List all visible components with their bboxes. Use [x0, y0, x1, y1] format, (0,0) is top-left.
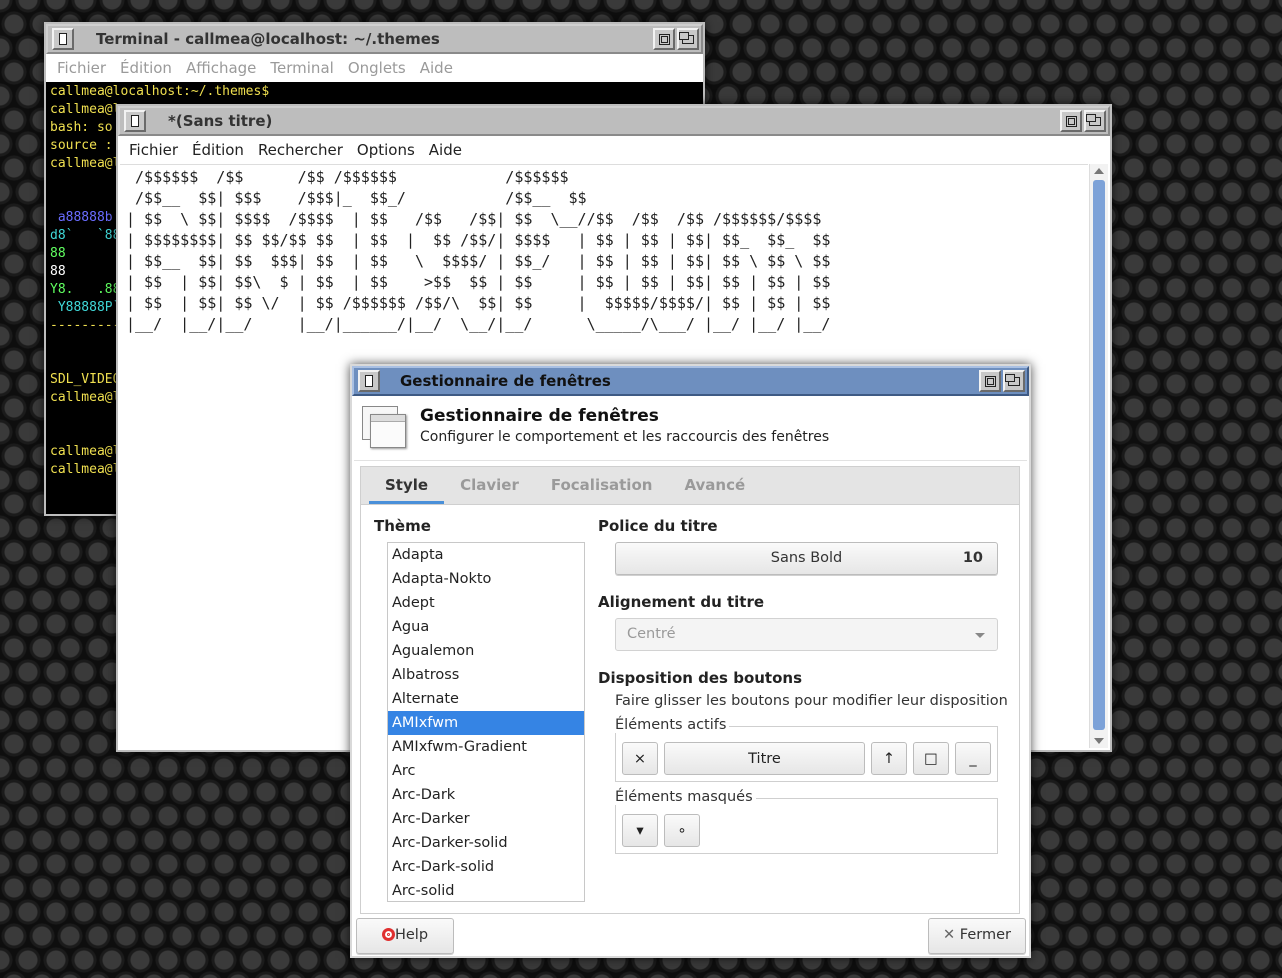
- window-manager-dialog[interactable]: Gestionnaire de fenêtres Gestionnaire de…: [350, 364, 1031, 958]
- theme-list-item[interactable]: Alternate: [388, 687, 584, 711]
- active-buttons-label: Éléments actifs: [615, 717, 730, 733]
- maximize-button[interactable]: [653, 28, 675, 50]
- button-layout-label: Disposition des boutons: [598, 669, 803, 687]
- help-label: Help: [394, 927, 429, 943]
- theme-label: Thème: [374, 517, 431, 535]
- theme-list-item[interactable]: Arc-Darker-solid: [388, 831, 584, 855]
- close-label: Fermer: [959, 927, 1011, 943]
- tab-focalisation[interactable]: Focalisation: [535, 467, 669, 504]
- maximize-icon: [984, 375, 996, 387]
- title-slot[interactable]: Titre: [664, 742, 865, 775]
- wm-titlebar[interactable]: Gestionnaire de fenêtres: [352, 366, 1029, 396]
- help-button[interactable]: Help: [356, 918, 454, 954]
- menu-edition[interactable]: Édition: [113, 59, 179, 77]
- title-alignment-select[interactable]: Centré: [615, 618, 998, 651]
- tab-bar: Style Clavier Focalisation Avancé: [361, 467, 1019, 505]
- stick-button-slot[interactable]: ∘: [664, 814, 700, 847]
- editor-titlebar[interactable]: *(Sans titre): [118, 106, 1110, 136]
- menu-affichage[interactable]: Affichage: [179, 59, 263, 77]
- close-icon: ✕: [943, 927, 960, 943]
- maximize-icon: [1065, 115, 1077, 127]
- window-menu-button[interactable]: [124, 110, 146, 132]
- font-size: 10: [962, 550, 983, 566]
- shade-button[interactable]: [1003, 370, 1025, 392]
- theme-list-item[interactable]: Albatross: [388, 663, 584, 687]
- help-icon: [381, 928, 395, 941]
- shade-button[interactable]: [677, 28, 699, 50]
- terminal-line: callmea@localhost:~/.themes$: [50, 84, 270, 99]
- window-menu-icon: [365, 375, 373, 387]
- menu-terminal[interactable]: Terminal: [263, 59, 340, 77]
- theme-list-item[interactable]: Adapta-Nokto: [388, 567, 584, 591]
- dialog-subtitle: Configurer le comportement et les raccou…: [420, 429, 830, 445]
- title-font-button[interactable]: Sans Bold 10: [615, 542, 998, 575]
- menu-aide[interactable]: Aide: [413, 59, 460, 77]
- tab-clavier[interactable]: Clavier: [444, 467, 535, 504]
- menu-edition[interactable]: Édition: [185, 141, 251, 159]
- theme-list-item[interactable]: Arc-solid: [388, 879, 584, 901]
- close-dialog-button[interactable]: ✕ Fermer: [928, 918, 1026, 954]
- editor-scrollbar[interactable]: [1089, 164, 1108, 748]
- menu-fichier[interactable]: Fichier: [50, 59, 113, 77]
- window-menu-icon: [59, 33, 67, 45]
- maximize-button[interactable]: [1060, 110, 1082, 132]
- shade-button[interactable]: [1084, 110, 1106, 132]
- scroll-up-icon[interactable]: [1094, 168, 1104, 174]
- shade-icon: [679, 31, 694, 44]
- tab-style[interactable]: Style: [369, 467, 445, 504]
- font-label: Police du titre: [598, 517, 718, 535]
- scrollbar-thumb[interactable]: [1093, 180, 1105, 730]
- dialog-title: Gestionnaire de fenêtres: [420, 406, 659, 426]
- wm-window-title: Gestionnaire de fenêtres: [400, 372, 611, 390]
- maximize-icon: [658, 33, 670, 45]
- editor-menubar: Fichier Édition Rechercher Options Aide: [118, 136, 1110, 164]
- terminal-titlebar[interactable]: Terminal - callmea@localhost: ~/.themes: [46, 24, 703, 54]
- theme-list-item[interactable]: Adapta: [388, 543, 584, 567]
- settings-notebook: Style Clavier Focalisation Avancé Thème …: [360, 466, 1020, 914]
- button-layout-hint: Faire glisser les boutons pour modifier …: [615, 693, 1008, 709]
- theme-list-item[interactable]: AMIxfwm-Gradient: [388, 735, 584, 759]
- theme-list-item[interactable]: Arc-Dark-solid: [388, 855, 584, 879]
- maximize-button-slot[interactable]: ↑: [871, 742, 907, 775]
- window-menu-button[interactable]: [52, 28, 74, 50]
- minimize-button-slot[interactable]: _: [955, 742, 991, 775]
- window-menu-button[interactable]: [358, 370, 380, 392]
- shade-button-slot[interactable]: ▾: [622, 814, 658, 847]
- menu-onglets[interactable]: Onglets: [341, 59, 413, 77]
- theme-list-item[interactable]: Agualemon: [388, 639, 584, 663]
- window-menu-icon: [131, 115, 139, 127]
- close-button-slot[interactable]: ×: [622, 742, 658, 775]
- menu-options[interactable]: Options: [350, 141, 422, 159]
- terminal-title: Terminal - callmea@localhost: ~/.themes: [96, 30, 440, 48]
- alignment-label: Alignement du titre: [598, 593, 765, 611]
- active-buttons-area[interactable]: × Titre ↑ □ _: [615, 726, 998, 782]
- theme-list-item[interactable]: Arc-Dark: [388, 783, 584, 807]
- tab-avance[interactable]: Avancé: [668, 467, 761, 504]
- theme-list-item[interactable]: Agua: [388, 615, 584, 639]
- restore-button-slot[interactable]: □: [913, 742, 949, 775]
- menu-aide[interactable]: Aide: [422, 141, 469, 159]
- font-name: Sans Bold: [770, 550, 843, 566]
- theme-list-item[interactable]: Arc: [388, 759, 584, 783]
- menu-rechercher[interactable]: Rechercher: [251, 141, 350, 159]
- theme-list-item[interactable]: AMIxfwm: [388, 711, 584, 735]
- shade-icon: [1086, 113, 1101, 126]
- theme-list-item[interactable]: Arc-Darker: [388, 807, 584, 831]
- dialog-header: Gestionnaire de fenêtres Configurer le c…: [354, 396, 1027, 461]
- hidden-buttons-area[interactable]: ▾ ∘: [615, 798, 998, 854]
- menu-fichier[interactable]: Fichier: [122, 141, 185, 159]
- alignment-value: Centré: [627, 626, 676, 642]
- theme-list[interactable]: Adapta Adapta-Nokto Adept Agua Agualemon Alba…: [387, 542, 585, 902]
- editor-title: *(Sans titre): [168, 112, 273, 130]
- maximize-button[interactable]: [979, 370, 1001, 392]
- terminal-menubar: Fichier Édition Affichage Terminal Ongle…: [46, 54, 703, 82]
- shade-icon: [1005, 373, 1020, 386]
- scroll-down-icon[interactable]: [1094, 738, 1104, 744]
- chevron-down-icon: [975, 633, 985, 638]
- hidden-buttons-label: Éléments masqués: [615, 789, 756, 805]
- window-manager-icon: [362, 406, 406, 448]
- theme-list-item[interactable]: Adept: [388, 591, 584, 615]
